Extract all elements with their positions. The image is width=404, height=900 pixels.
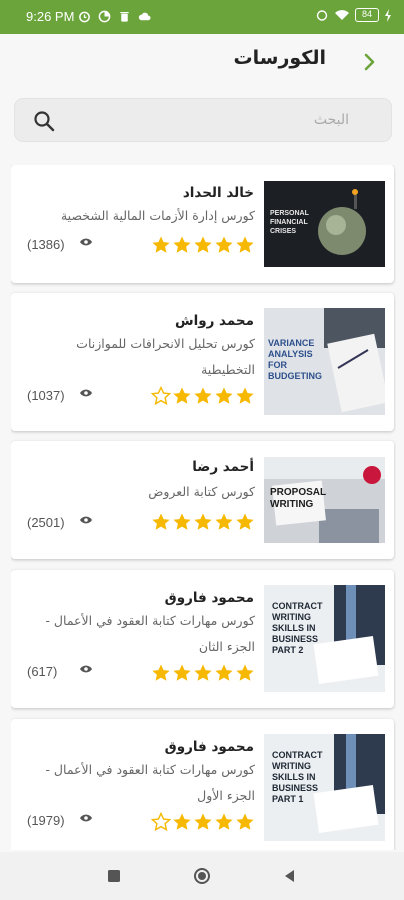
star-empty-icon bbox=[151, 386, 171, 406]
alarm-clock-icon bbox=[316, 10, 328, 21]
home-circle-icon[interactable] bbox=[192, 866, 212, 886]
view-count: (1979) bbox=[27, 813, 65, 828]
rating-stars bbox=[151, 235, 255, 255]
course-title: كورس إدارة الأزمات المالية الشخصية bbox=[60, 208, 255, 223]
rating-stars bbox=[151, 386, 255, 406]
trash-icon bbox=[120, 12, 129, 22]
thumbnail-title: CONTRACT WRITING SKILLS IN BUSINESS PART… bbox=[272, 750, 323, 804]
rating-stars bbox=[151, 812, 255, 832]
star-filled-icon bbox=[152, 513, 170, 530]
course-card[interactable]: VARIANCE ANALYSIS FOR BUDGETING محمد روا… bbox=[11, 293, 394, 431]
eye-icon bbox=[80, 238, 92, 246]
star-filled-icon bbox=[152, 236, 170, 253]
course-title: كورس مهارات كتابة العقود في الأعمال - ال… bbox=[45, 613, 255, 654]
course-card[interactable]: CONTRACT WRITING SKILLS IN BUSINESS PART… bbox=[11, 570, 394, 708]
cloud-icon bbox=[138, 12, 151, 21]
star-filled-icon bbox=[173, 513, 191, 530]
course-list: PERSONAL FINANCIAL CRISES خالد الحداد كو… bbox=[11, 165, 396, 850]
system-icons: 84 bbox=[315, 8, 392, 22]
course-title: كورس مهارات كتابة العقود في الأعمال - ال… bbox=[45, 762, 255, 803]
star-filled-icon bbox=[194, 513, 212, 530]
instructor-name: محمود فاروق bbox=[164, 739, 254, 755]
star-filled-icon bbox=[194, 813, 212, 830]
course-thumbnail: PERSONAL FINANCIAL CRISES bbox=[264, 181, 385, 267]
wifi-icon bbox=[335, 10, 349, 20]
course-thumbnail: PROPOSAL WRITING bbox=[264, 457, 385, 543]
rating-stars bbox=[151, 512, 255, 532]
star-filled-icon bbox=[194, 664, 212, 681]
instructor-name: محمد رواش bbox=[174, 313, 254, 329]
status-bar: 9:26 PM 84 bbox=[0, 0, 404, 34]
star-filled-icon bbox=[215, 664, 233, 681]
view-count: (617) bbox=[27, 664, 58, 679]
app-header: الكورسات bbox=[0, 34, 404, 90]
recents-square-icon[interactable] bbox=[104, 866, 124, 886]
eye-icon bbox=[80, 516, 92, 524]
star-filled-icon bbox=[236, 813, 254, 830]
thumbnail-title: CONTRACT WRITING SKILLS IN BUSINESS PART… bbox=[272, 601, 323, 655]
course-card[interactable]: CONTRACT WRITING SKILLS IN BUSINESS PART… bbox=[11, 719, 394, 850]
status-time: 9:26 PM bbox=[26, 9, 75, 24]
star-filled-icon bbox=[236, 387, 254, 404]
star-filled-icon bbox=[152, 664, 170, 681]
star-filled-icon bbox=[236, 513, 254, 530]
star-filled-icon bbox=[173, 664, 191, 681]
star-filled-icon bbox=[173, 387, 191, 404]
star-empty-icon bbox=[151, 812, 171, 832]
course-title: كورس تحليل الانحرافات للموازنات التخطيطي… bbox=[76, 336, 255, 377]
course-card[interactable]: PROPOSAL WRITING أحمد رضا كورس كتابة الع… bbox=[11, 441, 394, 559]
rating-stars bbox=[151, 663, 255, 683]
thumbnail-title: PERSONAL FINANCIAL CRISES bbox=[270, 210, 309, 235]
course-thumbnail: CONTRACT WRITING SKILLS IN BUSINESS PART… bbox=[264, 585, 385, 692]
star-filled-icon bbox=[215, 387, 233, 404]
star-filled-icon bbox=[173, 813, 191, 830]
star-filled-icon bbox=[236, 236, 254, 253]
eye-icon bbox=[80, 665, 92, 673]
battery-level: 84 bbox=[361, 9, 372, 19]
course-thumbnail: CONTRACT WRITING SKILLS IN BUSINESS PART… bbox=[264, 734, 385, 841]
view-count: (1386) bbox=[27, 237, 65, 252]
notification-icons bbox=[78, 10, 151, 23]
back-triangle-icon[interactable] bbox=[280, 866, 300, 886]
thumbnail-title: VARIANCE ANALYSIS FOR BUDGETING bbox=[268, 338, 322, 381]
battery-icon: 84 bbox=[355, 8, 379, 22]
view-count: (2501) bbox=[27, 515, 65, 530]
view-count: (1037) bbox=[27, 388, 65, 403]
thumbnail-title: PROPOSAL WRITING bbox=[270, 487, 326, 510]
eye-icon bbox=[80, 389, 92, 397]
search-icon[interactable] bbox=[33, 110, 55, 132]
star-filled-icon bbox=[236, 664, 254, 681]
eye-icon bbox=[80, 814, 92, 822]
instructor-name: أحمد رضا bbox=[192, 459, 254, 475]
star-filled-icon bbox=[215, 513, 233, 530]
system-nav-bar bbox=[0, 852, 404, 900]
instructor-name: خالد الحداد bbox=[182, 185, 254, 201]
star-filled-icon bbox=[194, 236, 212, 253]
page-title: الكورسات bbox=[233, 47, 326, 69]
course-card[interactable]: PERSONAL FINANCIAL CRISES خالد الحداد كو… bbox=[11, 165, 394, 283]
instructor-name: محمود فاروق bbox=[164, 590, 254, 606]
course-title: كورس كتابة العروض bbox=[148, 484, 255, 499]
star-filled-icon bbox=[173, 236, 191, 253]
star-filled-icon bbox=[215, 813, 233, 830]
course-thumbnail: VARIANCE ANALYSIS FOR BUDGETING bbox=[264, 308, 385, 415]
charging-icon bbox=[385, 8, 391, 22]
star-filled-icon bbox=[215, 236, 233, 253]
search-bar bbox=[14, 98, 392, 142]
search-input[interactable] bbox=[75, 105, 357, 135]
alarm-icon bbox=[79, 11, 90, 23]
back-chevron-icon[interactable] bbox=[358, 50, 382, 74]
star-filled-icon bbox=[194, 387, 212, 404]
data-saver-icon bbox=[98, 10, 111, 23]
